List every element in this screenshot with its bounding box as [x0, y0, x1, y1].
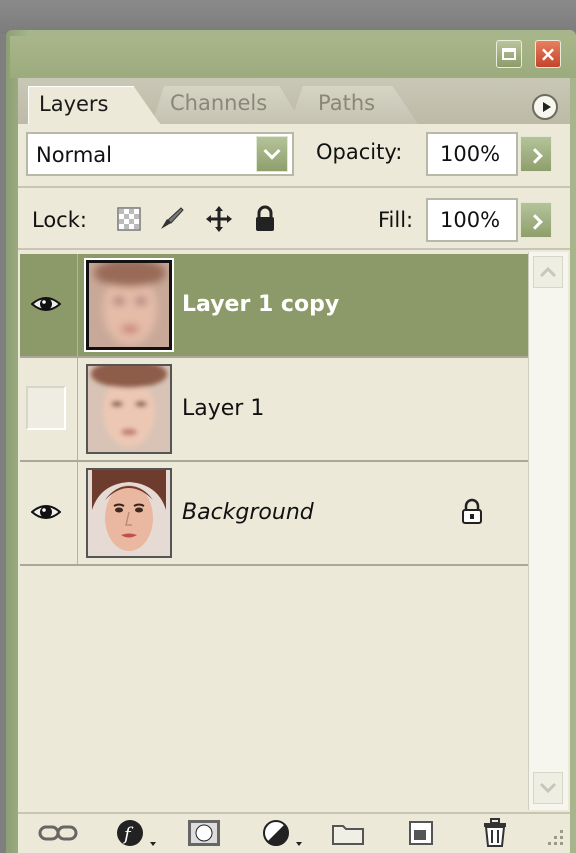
close-button[interactable]: × — [535, 40, 561, 68]
layer-style-button[interactable]: f — [112, 818, 162, 848]
layer-thumbnail[interactable] — [86, 468, 172, 558]
layer-mask-icon — [188, 820, 220, 846]
delete-layer-button[interactable] — [478, 818, 512, 848]
layer-name[interactable]: Layer 1 — [182, 396, 264, 421]
visibility-cell[interactable] — [20, 254, 78, 356]
chevron-up-icon — [539, 266, 557, 278]
new-layer-button[interactable] — [404, 818, 438, 848]
face-thumbnail-sharp — [88, 470, 170, 556]
blend-mode-value: Normal — [36, 143, 112, 167]
fill-slider-button[interactable] — [520, 202, 552, 238]
screen-background — [0, 0, 576, 34]
lock-pixels-icon — [161, 207, 184, 229]
chevron-right-icon — [526, 147, 543, 164]
layer-thumbnail[interactable] — [86, 364, 172, 454]
visibility-toggle[interactable] — [26, 282, 66, 326]
blend-mode-dropdown-button[interactable] — [256, 136, 288, 172]
lock-icon — [462, 498, 482, 524]
lock-position-button[interactable] — [204, 204, 234, 234]
layer-row-layer-1[interactable]: Layer 1 — [20, 358, 528, 462]
tab-layers-label: Layers — [39, 92, 109, 116]
opacity-slider-button[interactable] — [520, 136, 552, 172]
layer-row-layer-1-copy[interactable]: Layer 1 copy — [20, 254, 528, 358]
link-layers-button[interactable] — [36, 818, 80, 848]
lock-transparency-icon — [117, 207, 141, 231]
visibility-toggle-empty[interactable] — [26, 386, 66, 430]
chevron-right-icon — [526, 213, 543, 230]
layer-thumbnail[interactable] — [84, 258, 174, 352]
layer-name[interactable]: Background — [182, 500, 314, 525]
layer-row-background[interactable]: Background — [20, 462, 528, 566]
restore-icon — [502, 48, 516, 60]
opacity-field[interactable]: 100% — [426, 132, 518, 176]
visibility-cell[interactable] — [20, 358, 78, 460]
new-group-icon — [332, 825, 364, 845]
new-layer-icon — [409, 821, 433, 845]
adjustment-layer-button[interactable] — [258, 818, 308, 848]
fill-field[interactable]: 100% — [426, 198, 518, 242]
lock-pixels-button[interactable] — [156, 204, 186, 234]
layer-locked-indicator — [460, 498, 484, 530]
chevron-down-icon — [263, 142, 281, 160]
scroll-up-button[interactable] — [533, 256, 563, 288]
lock-divider — [18, 248, 570, 250]
lock-all-icon — [256, 205, 274, 231]
adjustment-layer-icon — [263, 820, 302, 846]
lock-all-button[interactable] — [250, 204, 280, 234]
resize-grip-icon[interactable] — [544, 826, 566, 848]
link-layers-icon — [38, 825, 78, 841]
play-arrow-icon — [542, 102, 551, 112]
layers-scrollbar[interactable] — [528, 252, 568, 810]
fill-label: Fill: — [378, 208, 414, 232]
tab-paths-label: Paths — [318, 91, 376, 115]
face-thumbnail-soft — [88, 366, 170, 452]
visibility-cell[interactable] — [20, 462, 78, 564]
title-bar[interactable] — [10, 36, 576, 78]
options-divider — [18, 186, 570, 188]
trash-icon — [484, 818, 506, 847]
blend-mode-select[interactable]: Normal — [26, 132, 294, 176]
chevron-down-icon — [539, 782, 557, 794]
layer-style-icon: f — [117, 820, 156, 846]
eye-icon — [31, 505, 61, 519]
lock-transparency-button[interactable] — [114, 204, 144, 234]
close-icon: × — [539, 42, 557, 66]
new-group-button[interactable] — [330, 818, 366, 848]
panel-menu-button[interactable] — [532, 94, 558, 120]
face-thumbnail-blurred — [89, 263, 169, 347]
opacity-label: Opacity: — [316, 140, 403, 164]
scroll-down-button[interactable] — [533, 772, 563, 804]
layer-mask-button[interactable] — [184, 818, 224, 848]
eye-icon — [31, 297, 61, 311]
layer-name[interactable]: Layer 1 copy — [182, 292, 339, 317]
visibility-toggle[interactable] — [26, 490, 66, 534]
lock-position-icon — [206, 206, 232, 232]
tab-channels-label: Channels — [170, 91, 268, 115]
restore-button[interactable] — [496, 40, 522, 68]
tab-channels[interactable]: Channels — [152, 86, 302, 124]
lock-label: Lock: — [32, 208, 87, 232]
